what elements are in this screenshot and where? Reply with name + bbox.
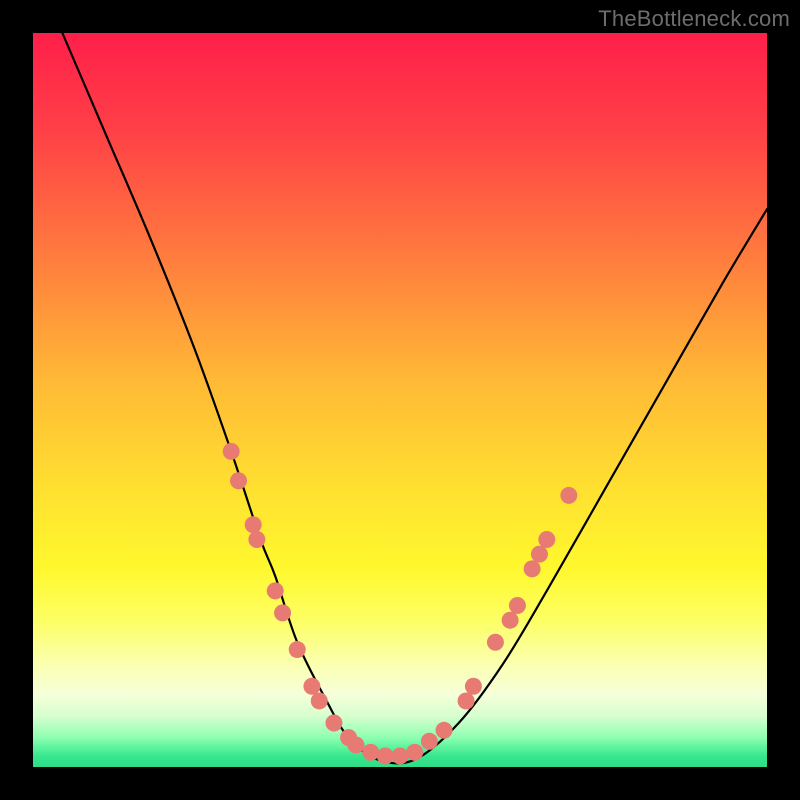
data-point-marker — [311, 692, 328, 709]
data-point-marker — [274, 604, 291, 621]
data-point-marker — [248, 531, 265, 548]
data-point-marker — [325, 714, 342, 731]
data-point-marker — [377, 747, 394, 764]
plot-area — [33, 33, 767, 767]
data-point-marker — [465, 678, 482, 695]
data-point-marker — [230, 472, 247, 489]
chart-frame: TheBottleneck.com — [0, 0, 800, 800]
data-point-marker — [538, 531, 555, 548]
data-point-marker — [531, 546, 548, 563]
bottleneck-curve — [62, 33, 767, 763]
watermark-text: TheBottleneck.com — [598, 6, 790, 32]
data-point-marker — [436, 722, 453, 739]
data-point-marker — [458, 692, 475, 709]
data-point-marker — [560, 487, 577, 504]
data-point-marker — [362, 744, 379, 761]
data-point-marker — [245, 516, 262, 533]
data-point-marker — [303, 678, 320, 695]
data-point-marker — [223, 443, 240, 460]
data-point-marker — [267, 582, 284, 599]
data-point-marker — [347, 736, 364, 753]
data-point-marker — [406, 744, 423, 761]
data-point-marker — [421, 733, 438, 750]
data-point-marker — [289, 641, 306, 658]
data-point-marker — [487, 634, 504, 651]
curve-layer — [33, 33, 767, 767]
data-point-marker — [502, 612, 519, 629]
data-point-marker — [524, 560, 541, 577]
data-point-markers — [223, 443, 578, 765]
data-point-marker — [509, 597, 526, 614]
data-point-marker — [392, 747, 409, 764]
